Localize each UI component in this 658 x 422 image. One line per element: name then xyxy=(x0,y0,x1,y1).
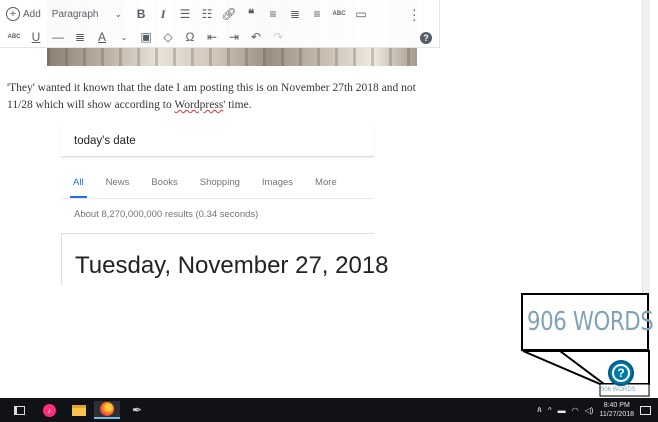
file-explorer-button[interactable] xyxy=(66,401,92,419)
toolbar-toggle-icon[interactable]: ▭ xyxy=(351,4,371,24)
clear-format-icon[interactable]: ◇ xyxy=(158,27,178,47)
google-tab-news[interactable]: News xyxy=(106,177,130,197)
date-answer: Tuesday, November 27, 2018 xyxy=(75,252,389,279)
clock-time: 8:40 PM xyxy=(603,402,630,409)
blockquote-icon[interactable]: ❝ xyxy=(241,4,261,24)
link-icon[interactable]: 🔗︎ xyxy=(219,4,239,24)
underline-button[interactable]: U xyxy=(26,27,46,47)
redo-icon[interactable]: ↷ xyxy=(268,27,288,47)
word-count-help-icon[interactable]: ? xyxy=(608,360,634,386)
word-count-zoomed-text: 906 WORDS xyxy=(527,307,654,337)
scroll-down-icon[interactable]: ⌄ xyxy=(643,388,650,398)
pen-app-icon: ✒ xyxy=(131,403,143,417)
help-icon[interactable]: ? xyxy=(420,32,432,44)
google-tabs: All News Books Shopping Images More xyxy=(61,177,347,199)
question-icon: ? xyxy=(612,364,630,382)
task-view-icon xyxy=(13,405,25,415)
google-screenshot-image[interactable]: today's date All News Books Shopping Images M… xyxy=(61,125,389,285)
horizontal-line-icon[interactable]: — xyxy=(48,27,68,47)
numbered-list-icon[interactable]: ☷ xyxy=(197,4,217,24)
paste-text-icon[interactable]: ▣ xyxy=(136,27,156,47)
chevron-down-icon[interactable]: ⌄ xyxy=(114,27,134,47)
chevron-up-icon[interactable]: ^ xyxy=(548,406,552,415)
itunes-button[interactable]: ♪ xyxy=(36,401,62,419)
clock[interactable]: 8:40 PM 11/27/2018 xyxy=(599,401,634,419)
post-paragraph[interactable]: 'They' wanted it known that the date I a… xyxy=(7,80,437,114)
date-answer-card: Tuesday, November 27, 2018 xyxy=(61,233,389,285)
align-center-icon[interactable]: ≣ xyxy=(285,4,305,24)
spellcheck-icon[interactable]: ABC xyxy=(329,4,349,24)
firefox-button[interactable] xyxy=(94,401,120,419)
people-icon[interactable]: ጰ xyxy=(537,405,542,415)
google-tab-images[interactable]: Images xyxy=(262,177,293,197)
toolbar-row-1: + Add Paragraph ⌄ B I ☰ ☷ 🔗︎ ❝ ≡ ≣ ≡ ABC… xyxy=(0,3,372,25)
justify-icon[interactable]: ≣ xyxy=(70,27,90,47)
paragraph-text-end: ' time. xyxy=(223,99,252,111)
toolbar-row-2: ABC U — ≣ A ⌄ ▣ ◇ Ω ⇤ ⇥ ↶ ↷ xyxy=(0,26,289,48)
more-options-icon[interactable]: · · · xyxy=(412,2,417,26)
system-tray: ጰ ^ ▬ ◠ ◁) 8:40 PM 11/27/2018 xyxy=(534,398,658,422)
plus-icon: + xyxy=(6,7,20,21)
divider xyxy=(61,198,374,199)
volume-icon[interactable]: ◁) xyxy=(585,406,594,415)
battery-icon[interactable]: ▬ xyxy=(558,406,566,415)
word-count-zoom: 906 WORDS xyxy=(521,293,654,351)
google-tab-shopping[interactable]: Shopping xyxy=(200,177,240,197)
itunes-icon: ♪ xyxy=(42,403,56,417)
google-tab-books[interactable]: Books xyxy=(151,177,177,197)
windows-taskbar: ♪ ✒ ጰ ^ ▬ ◠ ◁) 8:40 PM 11/27/2018 xyxy=(0,398,658,422)
notification-icon[interactable] xyxy=(640,405,651,415)
text-color-button[interactable]: A xyxy=(92,27,112,47)
google-query: today's date xyxy=(74,135,136,147)
add-label: Add xyxy=(23,8,41,20)
align-left-icon[interactable]: ≡ xyxy=(263,4,283,24)
result-stats: About 8,270,000,000 results (0.34 second… xyxy=(74,209,259,220)
align-right-icon[interactable]: ≡ xyxy=(307,4,327,24)
bullet-list-icon[interactable]: ☰ xyxy=(175,4,195,24)
google-search-box: today's date xyxy=(61,125,374,157)
clock-date: 11/27/2018 xyxy=(599,411,634,418)
format-select-value: Paragraph xyxy=(51,8,99,20)
italic-button[interactable]: I xyxy=(153,4,173,24)
folder-icon xyxy=(72,404,86,416)
misspelled-word[interactable]: Wordpress xyxy=(174,99,223,111)
block-toolbar: + Add Paragraph ⌄ B I ☰ ☷ 🔗︎ ❝ ≡ ≣ ≡ ABC… xyxy=(0,0,440,48)
chevron-down-icon: ⌄ xyxy=(114,8,123,19)
task-view-button[interactable] xyxy=(6,401,32,419)
format-select[interactable]: Paragraph ⌄ xyxy=(52,4,122,24)
firefox-icon xyxy=(100,402,114,416)
strikethrough-button[interactable]: ABC xyxy=(4,27,24,47)
undo-icon[interactable]: ↶ xyxy=(246,27,266,47)
app-button[interactable]: ✒ xyxy=(124,401,150,419)
word-count-text: 906 WORDS xyxy=(601,387,636,393)
google-tab-all[interactable]: All xyxy=(70,177,87,199)
outdent-icon[interactable]: ⇤ xyxy=(202,27,222,47)
bold-button[interactable]: B xyxy=(131,4,151,24)
wifi-icon[interactable]: ◠ xyxy=(572,406,579,415)
indent-icon[interactable]: ⇥ xyxy=(224,27,244,47)
google-tab-more[interactable]: More xyxy=(315,177,337,197)
scrollbar-thumb[interactable] xyxy=(644,362,649,388)
special-character-button[interactable]: Ω xyxy=(180,27,200,47)
add-block-button[interactable]: + Add xyxy=(6,4,41,24)
